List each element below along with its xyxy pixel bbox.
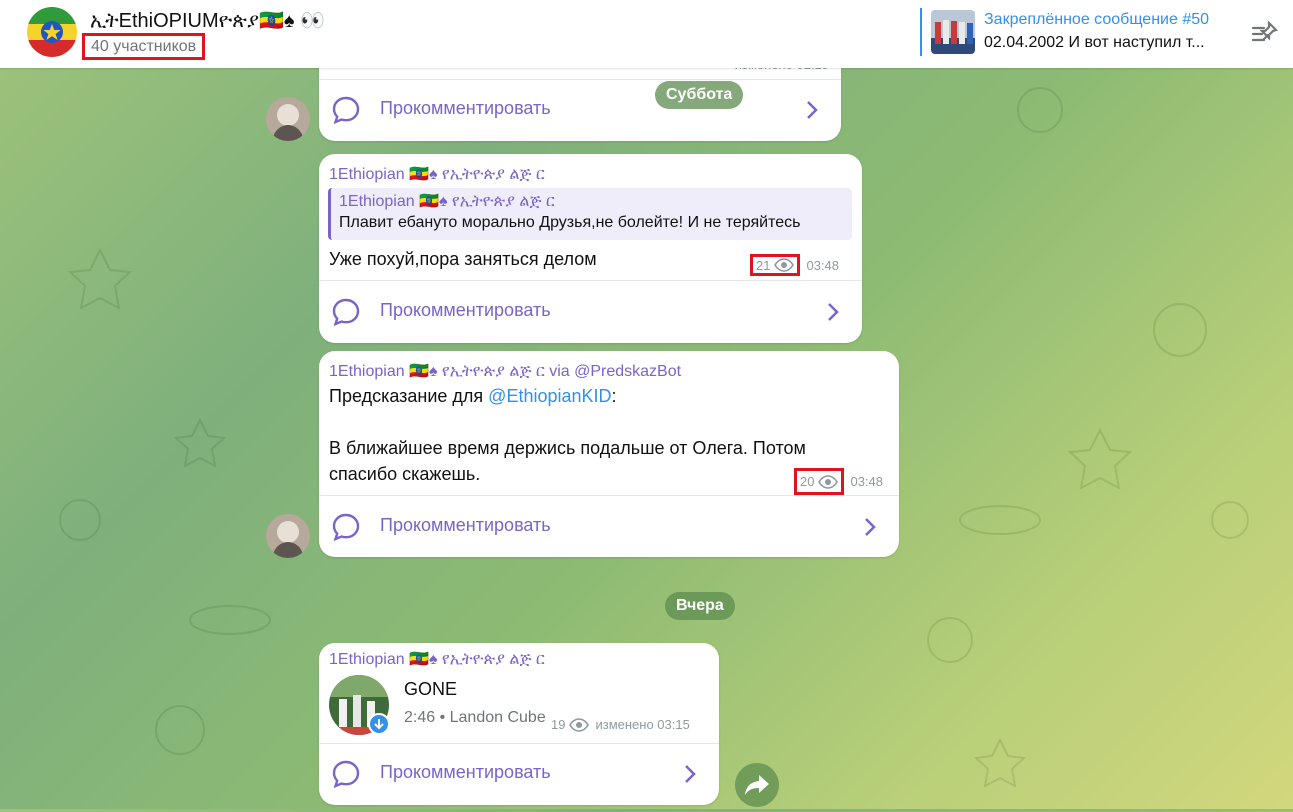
pinned-text[interactable]: 02.04.2002 И вот наступил т... bbox=[984, 34, 1229, 52]
views-number: 20 bbox=[800, 474, 815, 489]
chevron-right-icon bbox=[828, 303, 839, 321]
comment-button[interactable]: Прокомментировать bbox=[319, 496, 899, 558]
members-count: 40 участников bbox=[82, 33, 206, 60]
message-meta: 20 03:48 bbox=[794, 468, 883, 495]
sender-avatar[interactable] bbox=[266, 97, 310, 141]
pinned-indicator bbox=[920, 8, 922, 56]
audio-subtitle: 2:46 • Landon Cube bbox=[404, 709, 546, 726]
comment-button[interactable]: Прокомментировать bbox=[319, 281, 862, 343]
forward-arrow-icon bbox=[745, 775, 769, 795]
chat-avatar[interactable] bbox=[27, 7, 77, 57]
comment-icon bbox=[332, 298, 360, 327]
audio-title: GONE bbox=[404, 679, 458, 699]
views-number: 21 bbox=[756, 257, 771, 273]
reply-text: Плавит ебануто морально Друзья,не болейт… bbox=[339, 214, 801, 231]
eye-icon bbox=[569, 717, 590, 732]
sender-avatar[interactable] bbox=[266, 514, 310, 558]
date-separator-yesterday: Вчера bbox=[665, 592, 735, 620]
text-segment: Предсказание для bbox=[329, 386, 489, 406]
comment-label: Прокомментировать bbox=[380, 300, 551, 320]
comment-button[interactable]: Прокомментировать bbox=[319, 79, 841, 141]
message-bubble-audio: 1Ethiopian 🇪🇹♠ የኢትዮጵያ ልጅ ር GONE 2:46 • L… bbox=[319, 643, 719, 805]
message-sender[interactable]: 1Ethiopian 🇪🇹♠ የኢትዮጵያ ልጅ ር bbox=[329, 164, 545, 184]
comment-icon bbox=[332, 760, 360, 789]
mention-link[interactable]: @EthiopianKID bbox=[488, 386, 611, 406]
comment-label: Прокомментировать bbox=[380, 515, 551, 535]
via-bot[interactable]: via @PredskazBot bbox=[549, 363, 681, 380]
message-text-line2: В ближайшее время держись подальше от Ол… bbox=[329, 438, 806, 458]
comment-label: Прокомментировать bbox=[380, 98, 551, 118]
chat-title[interactable]: ኢትEthiOPIUMዮጵያ🇪🇹♠ 👀 bbox=[90, 8, 325, 33]
edited-label: изменено 03:15 bbox=[595, 717, 690, 732]
message-text-line3: спасибо скажешь. bbox=[329, 464, 481, 484]
chat-header: ኢትEthiOPIUMዮጵያ🇪🇹♠ 👀 40 участников Закреп… bbox=[0, 0, 1293, 68]
message-text: Уже похуй,пора заняться делом bbox=[329, 249, 597, 269]
sender-name: 1Ethiopian 🇪🇹♠ የኢትዮጵያ ልጅ ር bbox=[329, 363, 545, 380]
pinned-thumbnail[interactable] bbox=[931, 10, 975, 54]
download-badge[interactable] bbox=[368, 713, 390, 735]
message-time: 03:48 bbox=[806, 257, 840, 273]
views-count: 21 bbox=[750, 254, 801, 276]
message-bubble: 1Ethiopian 🇪🇹♠ የኢትዮጵያ ልጅ ር 1Ethiopian 🇪🇹… bbox=[319, 154, 862, 343]
date-separator-saturday: Суббота bbox=[655, 81, 744, 109]
forward-button[interactable] bbox=[735, 763, 779, 807]
pinned-title[interactable]: Закреплённое сообщение #50 bbox=[984, 11, 1234, 29]
text-segment: : bbox=[611, 386, 617, 406]
download-arrow-icon bbox=[374, 719, 384, 730]
comment-button[interactable]: Прокомментировать bbox=[319, 743, 719, 805]
chevron-right-icon bbox=[865, 518, 876, 536]
message-meta: 21 03:48 bbox=[750, 254, 839, 276]
chevron-right-icon bbox=[807, 101, 818, 119]
comment-icon bbox=[332, 96, 360, 125]
comment-label: Прокомментировать bbox=[380, 762, 551, 782]
views-count: 20 bbox=[794, 468, 845, 495]
message-text-line1: Предсказание для @EthiopianKID: bbox=[329, 383, 617, 409]
views-number: 19 bbox=[551, 717, 566, 732]
reply-quote[interactable]: 1Ethiopian 🇪🇹♠ የኢትዮጵያ ልጅ ር Плавит ебанут… bbox=[328, 188, 852, 240]
reply-sender: 1Ethiopian 🇪🇹♠ የኢትዮጵያ ልጅ ር bbox=[339, 193, 555, 210]
message-sender[interactable]: 1Ethiopian 🇪🇹♠ የኢትዮጵያ ልጅ ር bbox=[329, 649, 545, 669]
message-bubble: 1Ethiopian 🇪🇹♠ የኢትዮጵያ ልጅ ር via @Predskaz… bbox=[319, 351, 899, 557]
eye-icon bbox=[818, 474, 839, 489]
chevron-right-icon bbox=[685, 765, 696, 783]
comment-icon bbox=[332, 513, 360, 542]
message-time: 03:48 bbox=[850, 474, 884, 489]
message-meta: 19 изменено 03:15 bbox=[551, 717, 690, 732]
eye-icon bbox=[774, 258, 795, 272]
message-sender[interactable]: 1Ethiopian 🇪🇹♠ የኢትዮጵያ ልጅ ር via @Predskaz… bbox=[329, 361, 681, 381]
pinned-list-icon[interactable] bbox=[1250, 18, 1280, 48]
